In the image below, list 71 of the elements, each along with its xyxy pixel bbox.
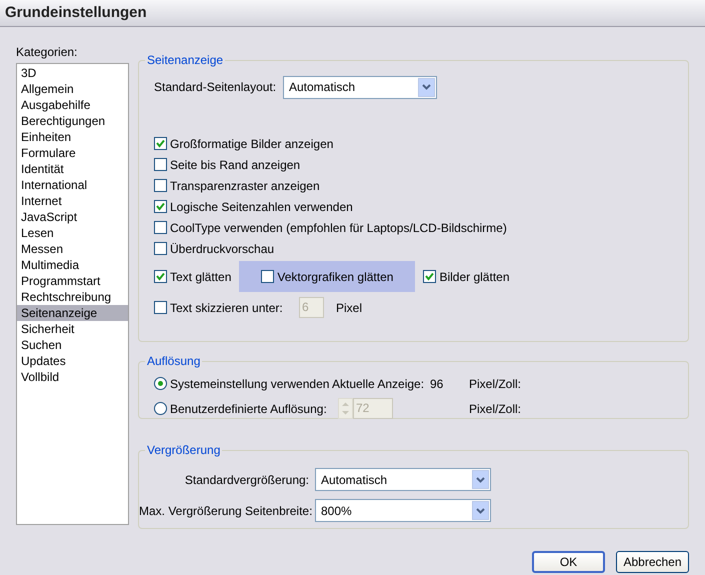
dialog-button[interactable]: OK (532, 551, 605, 573)
caret-icon (476, 476, 485, 482)
category-item[interactable]: Suchen (17, 337, 128, 353)
info-value: 96 (430, 376, 444, 392)
dropdown-field[interactable]: 800% (315, 499, 491, 522)
category-item[interactable]: Vollbild (17, 369, 128, 385)
dialog-button[interactable]: Abbrechen (616, 551, 689, 573)
category-item[interactable]: Updates (17, 353, 128, 369)
checkbox-option-highlight[interactable]: Vektorgrafiken glätten (239, 261, 416, 292)
radio-label: Systemeinstellung verwenden (170, 376, 330, 392)
radio-label: Benutzerdefinierte Auflösung: (170, 400, 327, 418)
category-item[interactable]: Rechtschreibung (17, 289, 128, 305)
group-title: Vergrößerung (145, 443, 222, 457)
checkbox[interactable] (261, 270, 274, 283)
checkbox-label: Text skizzieren unter: (170, 300, 283, 316)
dropdown-arrow-button[interactable] (472, 501, 489, 520)
checkbox[interactable] (154, 179, 167, 192)
category-item[interactable]: Berechtigungen (17, 113, 128, 129)
group-title: Auflösung (145, 354, 202, 368)
category-item[interactable]: 3D (17, 65, 128, 81)
checkbox[interactable] (154, 158, 167, 171)
category-item[interactable]: JavaScript (17, 209, 128, 225)
category-item[interactable]: Seitenanzeige (17, 305, 128, 321)
category-item[interactable]: Programmstart (17, 273, 128, 289)
window-title: Grundeinstellungen (5, 2, 147, 23)
checkbox[interactable] (154, 221, 167, 234)
category-item[interactable]: Formulare (17, 145, 128, 161)
category-item[interactable]: Lesen (17, 225, 128, 241)
dropdown-field[interactable]: Automatisch (283, 76, 437, 98)
dropdown-field[interactable]: Automatisch (315, 468, 491, 491)
checkbox-label: Seite bis Rand anzeigen (170, 156, 300, 174)
checkbox-label: Überdruckvorschau (170, 240, 274, 258)
checkbox-label: Transparenzraster anzeigen (170, 178, 320, 194)
checkbox[interactable] (154, 200, 167, 213)
checkbox[interactable] (423, 270, 436, 283)
checkbox-label: Vektorgrafiken glätten (277, 268, 394, 286)
layout-label: Standard-Seitenlayout: (154, 79, 278, 96)
unit-label: Pixel/Zoll: (469, 376, 522, 392)
info-label: Aktuelle Anzeige: (332, 376, 426, 392)
dropdown-arrow-button[interactable] (472, 470, 489, 489)
checkbox-label: Großformatige Bilder anzeigen (170, 136, 334, 152)
sidebar-label: Kategorien: (16, 44, 78, 61)
category-item[interactable]: Identität (17, 161, 128, 177)
checkbox[interactable] (154, 137, 167, 150)
checkbox-label: CoolType verwenden (empfohlen für Laptops/LCD-Bildschirme) (170, 220, 507, 236)
field-label: Max. Vergrößerung Seitenbreite: (139, 502, 314, 520)
checkbox-label: Logische Seitenzahlen verwenden (170, 198, 353, 216)
group-title: Seitenanzeige (145, 53, 226, 67)
caret-icon (476, 508, 485, 514)
category-item[interactable]: Ausgabehilfe (17, 97, 128, 113)
check-icon (425, 272, 434, 281)
category-item[interactable]: Messen (17, 241, 128, 257)
checkbox-label: Bilder glätten (439, 268, 510, 286)
checkbox[interactable] (154, 242, 167, 255)
field-label: Standardvergrößerung: (184, 472, 310, 488)
category-item[interactable]: Einheiten (17, 129, 128, 145)
check-icon (156, 139, 165, 148)
category-item[interactable]: Multimedia (17, 257, 128, 273)
category-item[interactable]: Sicherheit (17, 321, 128, 337)
category-item[interactable]: Internet (17, 193, 128, 209)
unit-label: Pixel/Zoll: (469, 400, 522, 418)
check-icon (156, 202, 165, 211)
checkbox[interactable] (154, 270, 167, 283)
radio-button[interactable] (154, 377, 167, 390)
unit-label: Pixel (336, 300, 362, 316)
check-icon (156, 272, 165, 281)
category-item[interactable]: Allgemein (17, 81, 128, 97)
checkbox-label: Text glätten (170, 268, 232, 286)
dropdown-arrow-button[interactable] (418, 78, 435, 96)
category-item[interactable]: International (17, 177, 128, 193)
caret-icon (422, 84, 431, 90)
